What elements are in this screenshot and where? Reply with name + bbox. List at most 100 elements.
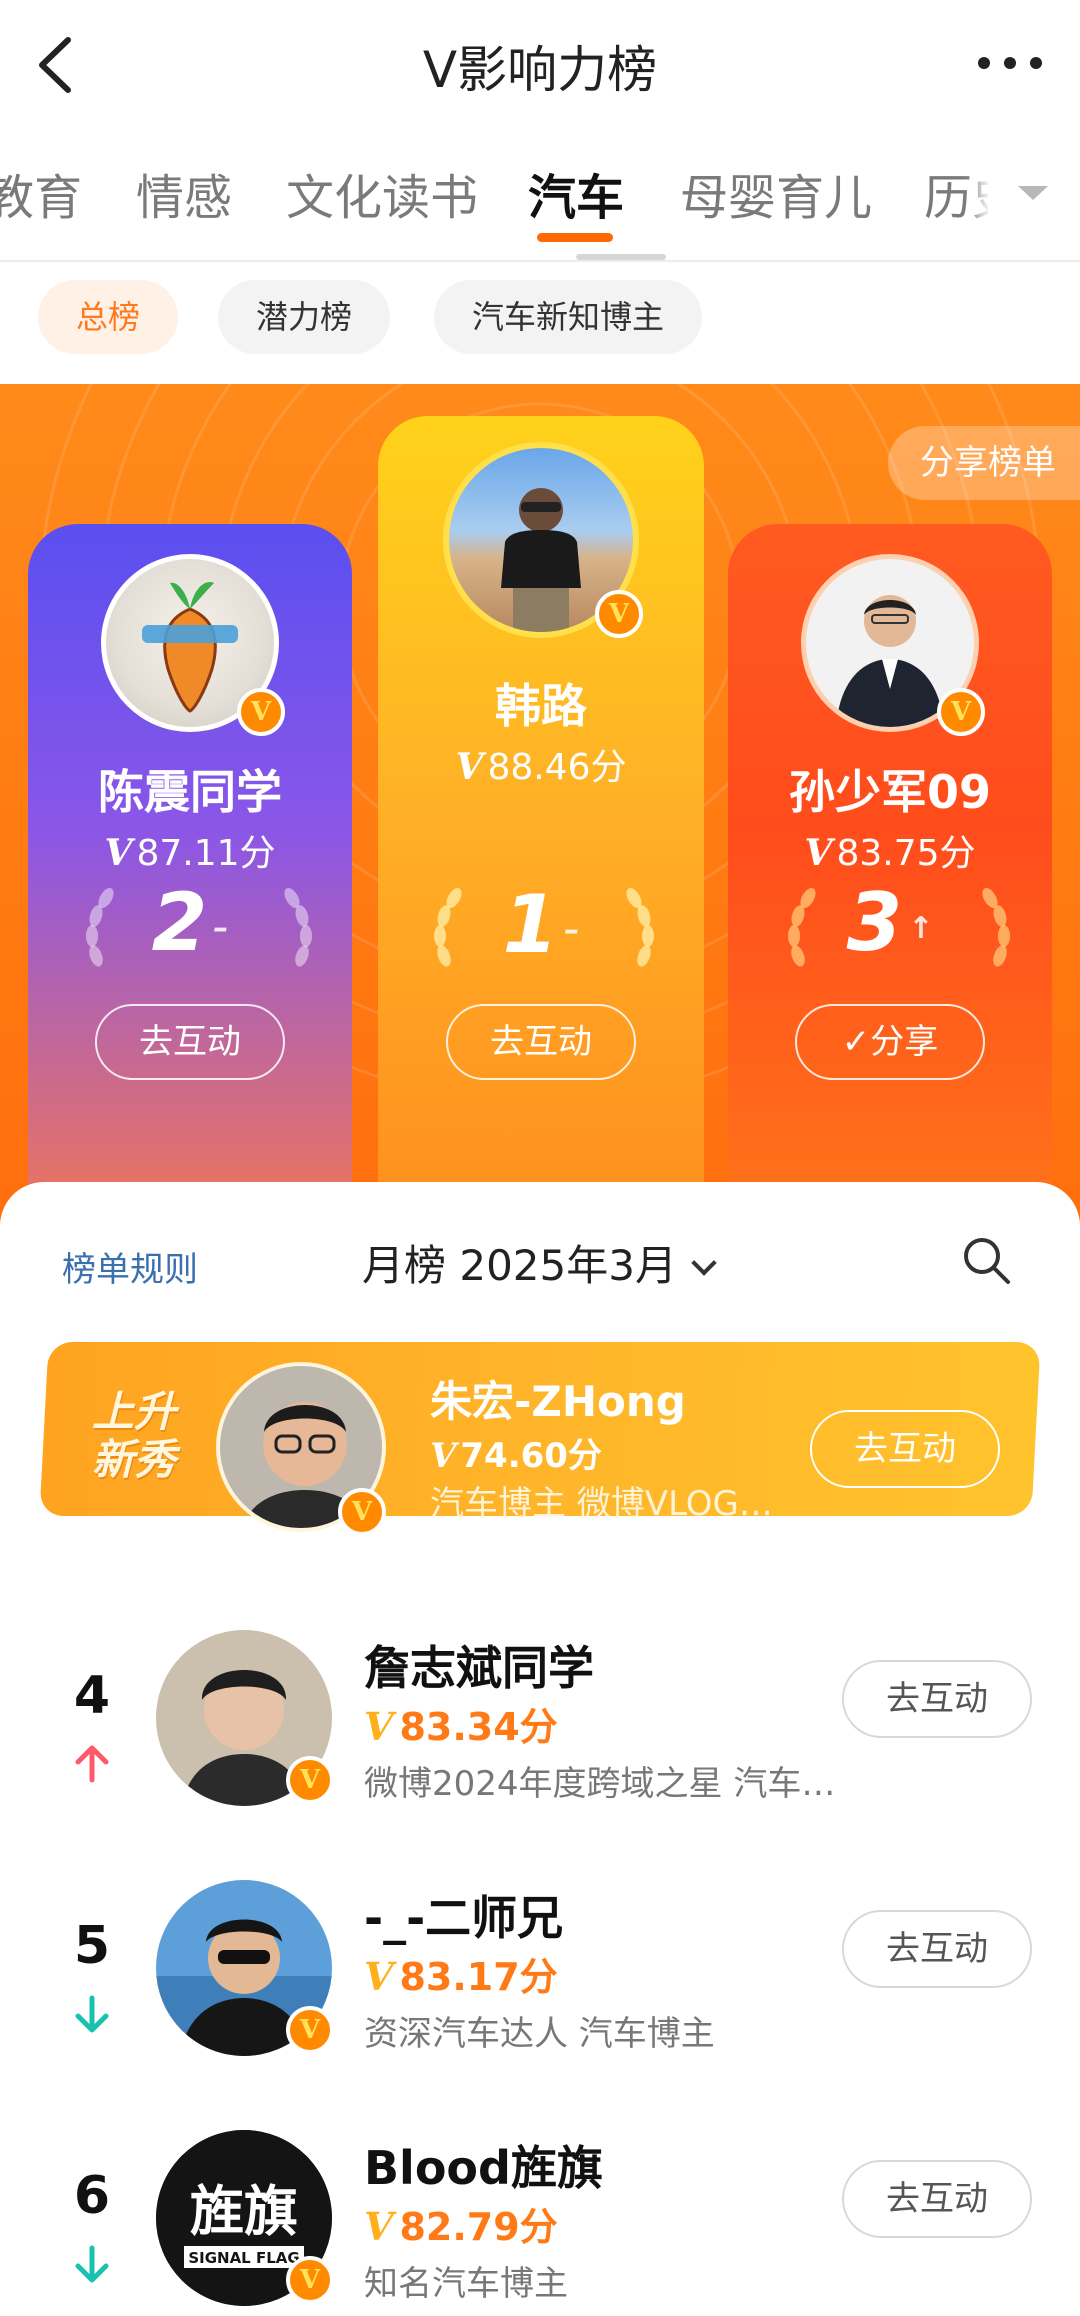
rank-number: 6 — [73, 2166, 111, 2226]
chip-overall[interactable]: 总榜 — [38, 280, 179, 354]
verified-badge-icon: V — [286, 2006, 334, 2054]
row-score-value: 83.17分 — [399, 1955, 558, 1999]
more-button[interactable] — [970, 38, 1050, 88]
tab-scroll-indicator — [576, 254, 666, 260]
podium-rank: 2– — [28, 876, 352, 969]
tab-culture-reading[interactable]: 文化读书 — [286, 158, 478, 228]
v-score-icon: V — [104, 832, 133, 874]
verified-badge-icon: V — [595, 590, 643, 638]
active-tab-indicator — [537, 233, 613, 242]
v-score-icon: V — [804, 832, 833, 874]
rising-star-card[interactable]: 上升 新秀 V 朱宏-ZHong V 74.60分 汽车博主 微博VLOG… 去互… — [39, 1342, 1041, 1536]
podium-card-second: V 陈震同学 V 87.11分 2– 去互动 — [28, 524, 352, 1224]
period-label: 月榜 2025年3月 — [362, 1241, 677, 1290]
interact-button[interactable]: 去互动 — [842, 2160, 1032, 2238]
tab-parenting[interactable]: 母婴育儿 — [680, 158, 872, 228]
podium-rank: 3 ↑ — [728, 876, 1052, 969]
ranking-list-panel: 榜单规则 月榜 2025年3月 上升 新秀 V 朱宏-ZHong V 74.60… — [0, 1182, 1080, 2316]
row-name[interactable]: -_-二师兄 — [364, 1882, 563, 1948]
rank-trend: ↑ — [908, 910, 934, 946]
interact-button[interactable]: 去互动 — [842, 1910, 1032, 1988]
logo-subtext: SIGNAL FLAG — [188, 2249, 299, 2267]
verified-badge-icon: V — [937, 688, 985, 736]
interact-button[interactable]: 去互动 — [842, 1660, 1032, 1738]
rank-number: 5 — [73, 1916, 111, 1976]
rising-star-score: V 74.60分 — [430, 1428, 602, 1477]
avatar[interactable]: V — [443, 442, 643, 638]
verified-badge-icon: V — [338, 1488, 386, 1536]
search-icon — [964, 1238, 1010, 1284]
row-score-value: 82.79分 — [399, 2205, 558, 2249]
avatar[interactable]: V — [101, 554, 285, 736]
tab-automobile[interactable]: 汽车 — [528, 158, 624, 228]
row-name[interactable]: 詹志斌同学 — [364, 1632, 594, 1698]
period-selector[interactable]: 月榜 2025年3月 — [362, 1232, 717, 1293]
list-item[interactable]: 4 V 詹志斌同学 V 83.34分 微博2024年度跨域之星 汽车… 去互动 — [0, 1596, 1080, 1846]
row-description: 资深汽车达人 汽车博主 — [364, 2014, 715, 2054]
more-dots-icon — [978, 57, 1042, 69]
rising-star-description: 汽车博主 微博VLOG… — [430, 1484, 773, 1524]
chevron-down-icon — [691, 1250, 717, 1276]
row-score: V 83.34分 — [364, 1696, 558, 1751]
verified-badge-icon: V — [237, 688, 285, 736]
rising-score-value: 74.60分 — [460, 1436, 602, 1476]
chip-potential[interactable]: 潜力榜 — [218, 280, 391, 354]
rising-tag-line1: 上升 — [92, 1387, 177, 1436]
rank-number: 3 — [846, 876, 903, 969]
v-score-icon: V — [430, 1436, 457, 1476]
avatar[interactable]: V — [801, 554, 985, 736]
podium-card-first: V 韩路 V 88.46分 1– 去互动 — [378, 416, 704, 1224]
verified-badge-icon: V — [286, 2256, 334, 2304]
podium-name[interactable]: 陈震同学 — [28, 756, 352, 822]
tab-emotion[interactable]: 情感 — [136, 158, 232, 228]
row-score: V 83.17分 — [364, 1946, 558, 2001]
sub-tabs: 总榜 潜力榜 汽车新知博主 — [0, 262, 1080, 384]
category-tabs: 教育 情感 文化读书 汽车 母婴育儿 历史 — [0, 130, 1080, 262]
row-description: 知名汽车博主 — [364, 2264, 568, 2304]
trend-down-icon — [75, 2245, 109, 2283]
v-score-icon: V — [455, 746, 484, 788]
podium-score-value: 83.75分 — [836, 833, 976, 874]
ranking-rules-link[interactable]: 榜单规则 — [62, 1242, 198, 1291]
v-score-icon: V — [364, 1954, 394, 1999]
search-button[interactable] — [960, 1234, 1012, 1286]
top-bar: V影响力榜 — [0, 0, 1080, 130]
podium-score-value: 88.46分 — [487, 747, 627, 788]
verified-badge-icon: V — [286, 1756, 334, 1804]
list-item[interactable]: 5 V -_-二师兄 V 83.17分 资深汽车达人 汽车博主 去互动 — [0, 1846, 1080, 2096]
tab-education[interactable]: 教育 — [0, 158, 82, 228]
share-ranking-button[interactable]: 分享榜单 — [888, 426, 1080, 500]
interact-button[interactable]: 去互动 — [95, 1004, 285, 1080]
podium-name[interactable]: 孙少军09 — [728, 756, 1052, 822]
trend-up-icon — [75, 1745, 109, 1783]
list-item[interactable]: 6 旌旗 SIGNAL FLAG V Blood旌旗 V 82.79分 知名汽车博… — [0, 2096, 1080, 2316]
caret-down-icon — [1018, 186, 1048, 200]
row-name[interactable]: Blood旌旗 — [364, 2132, 603, 2198]
page-title: V影响力榜 — [422, 41, 658, 99]
podium-score: V 87.11分 — [28, 824, 352, 876]
share-button[interactable]: ✓分享 — [795, 1004, 985, 1080]
row-description: 微博2024年度跨域之星 汽车… — [364, 1764, 836, 1804]
rank-number: 2 — [151, 876, 208, 969]
podium-score-value: 87.11分 — [136, 833, 276, 874]
row-score-value: 83.34分 — [399, 1705, 558, 1749]
interact-button[interactable]: 去互动 — [810, 1410, 1000, 1488]
rising-star-tag: 上升 新秀 — [92, 1387, 177, 1484]
rising-tag-line2: 新秀 — [92, 1435, 177, 1484]
chip-auto-new-knowledge[interactable]: 汽车新知博主 — [434, 280, 703, 354]
podium-name[interactable]: 韩路 — [378, 670, 704, 736]
row-score: V 82.79分 — [364, 2196, 558, 2251]
v-score-icon: V — [364, 2204, 394, 2249]
rising-star-name[interactable]: 朱宏-ZHong — [430, 1368, 686, 1429]
podium-score: V 83.75分 — [728, 824, 1052, 876]
podium-score: V 88.46分 — [378, 738, 704, 790]
category-expand-button[interactable] — [988, 130, 1080, 260]
rank-trend: – — [564, 912, 580, 948]
top-three-podium: 分享榜单 V 陈震同学 V 87.11分 2– 去互动 V 韩路 V 88.46… — [0, 384, 1080, 1224]
logo-text: 旌旗 — [190, 2179, 298, 2243]
podium-card-third: V 孙少军09 V 83.75分 3 ↑ ✓分享 — [728, 524, 1052, 1224]
podium-rank: 1– — [378, 878, 704, 971]
v-score-icon: V — [364, 1704, 394, 1749]
interact-button[interactable]: 去互动 — [446, 1004, 636, 1080]
rank-number: 4 — [73, 1666, 111, 1726]
